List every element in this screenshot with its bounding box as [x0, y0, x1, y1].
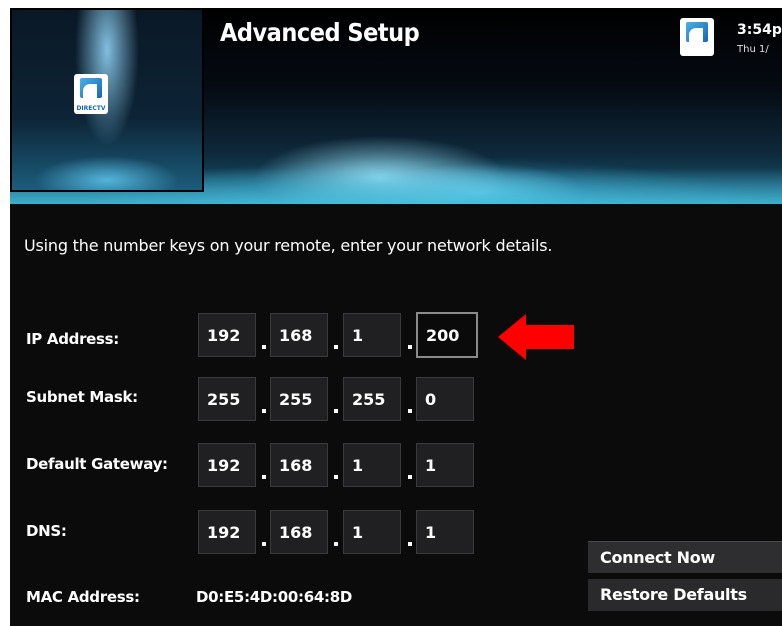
- subnet-dot-3: [408, 409, 412, 413]
- subnet-octet-1[interactable]: 255: [198, 377, 256, 421]
- ip-address-label: IP Address:: [26, 330, 120, 348]
- instruction-text: Using the number keys on your remote, en…: [24, 236, 553, 255]
- default-gateway-label: Default Gateway:: [26, 455, 168, 473]
- ip-dot-2: [334, 345, 338, 349]
- mac-address-label: MAC Address:: [26, 588, 140, 606]
- gateway-octet-3[interactable]: 1: [343, 443, 401, 487]
- red-arrow-icon: [498, 314, 574, 360]
- page-title: Advanced Setup: [220, 18, 420, 47]
- directv-logo-small-icon: [680, 18, 714, 56]
- channel-thumbnail: DIRECTV: [10, 8, 204, 192]
- subnet-octet-4[interactable]: 0: [416, 377, 474, 421]
- subnet-octet-3[interactable]: 255: [343, 377, 401, 421]
- subnet-dot-1: [262, 409, 266, 413]
- clock-time: 3:54p: [737, 22, 782, 38]
- ip-octet-4[interactable]: 200: [416, 312, 478, 358]
- gateway-dot-3: [408, 475, 412, 479]
- ip-octet-1[interactable]: 192: [198, 313, 256, 357]
- dns-octet-4[interactable]: 1: [416, 510, 474, 554]
- gateway-dot-2: [334, 475, 338, 479]
- connect-now-button[interactable]: Connect Now: [588, 541, 782, 573]
- restore-defaults-button[interactable]: Restore Defaults: [588, 579, 782, 611]
- gateway-octet-1[interactable]: 192: [198, 443, 256, 487]
- gateway-dot-1: [262, 475, 266, 479]
- mac-address-value: D0:E5:4D:00:64:8D: [196, 588, 352, 606]
- directv-logo-icon: DIRECTV: [74, 74, 108, 114]
- dns-octet-3[interactable]: 1: [343, 510, 401, 554]
- ip-dot-3: [408, 345, 412, 349]
- dns-octet-2[interactable]: 168: [270, 510, 328, 554]
- clock-date: Thu 1/: [737, 44, 769, 55]
- dns-dot-3: [408, 542, 412, 546]
- ip-dot-1: [262, 345, 266, 349]
- dns-label: DNS:: [26, 522, 67, 540]
- dns-dot-2: [334, 542, 338, 546]
- ip-octet-3[interactable]: 1: [343, 313, 401, 357]
- gateway-octet-4[interactable]: 1: [416, 443, 474, 487]
- subnet-mask-label: Subnet Mask:: [26, 388, 138, 406]
- gateway-octet-2[interactable]: 168: [270, 443, 328, 487]
- ip-octet-2[interactable]: 168: [270, 313, 328, 357]
- dns-octet-1[interactable]: 192: [198, 510, 256, 554]
- dns-dot-1: [262, 542, 266, 546]
- tv-screen: DIRECTV Advanced Setup 3:54p Thu 1/ Usin…: [10, 8, 782, 626]
- subnet-octet-2[interactable]: 255: [270, 377, 328, 421]
- subnet-dot-2: [334, 409, 338, 413]
